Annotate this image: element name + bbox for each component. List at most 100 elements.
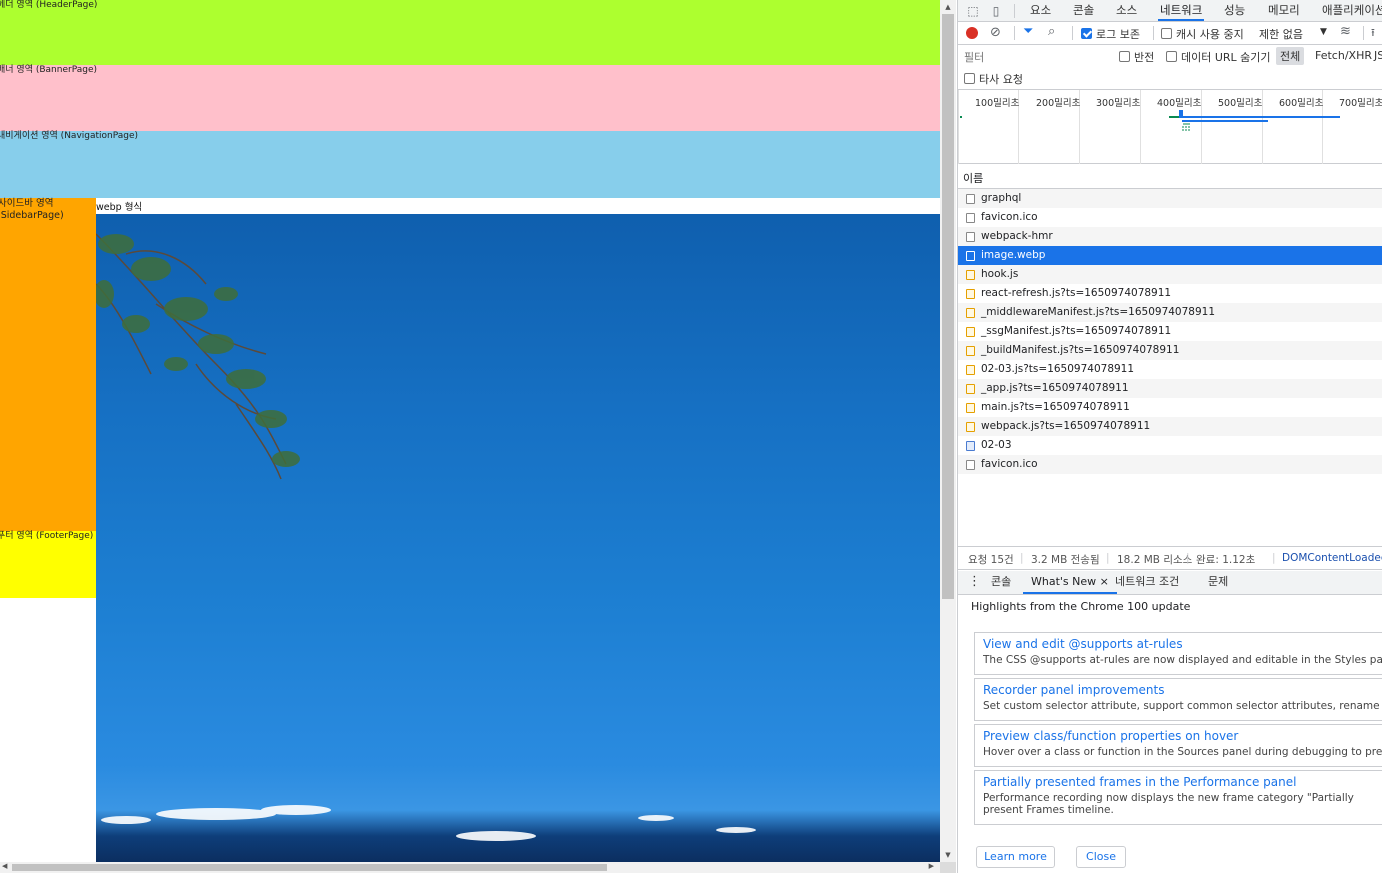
filter-fetch-xhr-button[interactable]: Fetch/XHR bbox=[1315, 49, 1372, 62]
horizontal-scroll-thumb[interactable] bbox=[12, 864, 607, 871]
request-row[interactable]: favicon.ico bbox=[958, 208, 1382, 227]
tab-sources[interactable]: 소스 bbox=[1116, 0, 1137, 21]
clear-icon[interactable]: ⊘ bbox=[990, 25, 1001, 40]
whats-new-label: What's New bbox=[1031, 575, 1097, 588]
invert-checkbox[interactable]: 반전 bbox=[1119, 49, 1154, 65]
summary-divider: | bbox=[1106, 552, 1110, 564]
chevron-down-icon[interactable]: ▼ bbox=[1320, 27, 1327, 37]
tab-performance[interactable]: 성능 bbox=[1224, 0, 1245, 21]
hide-data-urls-checkbox[interactable]: 데이터 URL 숨기기 bbox=[1166, 49, 1271, 65]
vertical-scrollbar[interactable]: ▲ ▼ bbox=[940, 0, 956, 862]
drawer-tab-issues[interactable]: 문제 bbox=[1208, 571, 1228, 594]
request-row[interactable]: 02-03.js?ts=1650974078911 bbox=[958, 360, 1382, 379]
drawer-menu-icon[interactable]: ⋮ bbox=[968, 571, 981, 594]
scroll-right-arrow-icon[interactable]: ▶ bbox=[929, 862, 934, 870]
card-title[interactable]: View and edit @supports at-rules bbox=[983, 637, 1183, 651]
script-file-icon bbox=[966, 422, 975, 432]
card-description: Set custom selector attribute, support c… bbox=[983, 700, 1382, 712]
third-party-checkbox[interactable]: 타사 요청 bbox=[964, 71, 1023, 87]
request-name: webpack.js?ts=1650974078911 bbox=[981, 420, 1151, 432]
image-caption: webp 형식 bbox=[96, 202, 143, 213]
checkbox-icon bbox=[964, 73, 975, 84]
filter-icon[interactable]: ⏷ bbox=[1023, 24, 1033, 39]
scroll-down-arrow-icon[interactable]: ▼ bbox=[940, 848, 956, 862]
tab-elements[interactable]: 요소 bbox=[1030, 0, 1051, 21]
card-title[interactable]: Preview class/function properties on hov… bbox=[983, 729, 1238, 743]
card-title[interactable]: Recorder panel improvements bbox=[983, 683, 1164, 697]
checkbox-icon bbox=[1119, 51, 1130, 62]
request-row[interactable]: graphql bbox=[958, 189, 1382, 208]
whats-new-card[interactable]: Recorder panel improvements Set custom s… bbox=[974, 678, 1382, 721]
drawer-tab-console[interactable]: 콘솔 bbox=[991, 571, 1011, 594]
network-summary-bar: 요청 15건 | 3.2 MB 전송됨 | 18.2 MB 리소스 | 완료: … bbox=[958, 546, 1382, 570]
drawer-tab-whats-new[interactable]: What's New × bbox=[1023, 571, 1117, 594]
invert-label: 반전 bbox=[1134, 51, 1155, 64]
banner-label: 배너 영역 (BannerPage) bbox=[0, 65, 97, 75]
banner-region: 배너 영역 (BannerPage) bbox=[0, 65, 940, 131]
search-icon[interactable]: ⌕ bbox=[1048, 24, 1055, 39]
filter-js-button[interactable]: JS bbox=[1374, 49, 1382, 62]
navigation-label: 내비게이션 영역 (NavigationPage) bbox=[0, 131, 139, 141]
filter-input[interactable] bbox=[962, 49, 1108, 66]
record-icon[interactable] bbox=[966, 27, 978, 39]
request-name: 02-03.js?ts=1650974078911 bbox=[981, 363, 1135, 375]
whats-new-card[interactable]: View and edit @supports at-rules The CSS… bbox=[974, 632, 1382, 675]
tab-network[interactable]: 네트워크 bbox=[1158, 0, 1205, 21]
request-name: graphql bbox=[981, 192, 1022, 204]
request-row[interactable]: webpack-hmr bbox=[958, 227, 1382, 246]
vertical-scroll-thumb[interactable] bbox=[942, 14, 954, 599]
preserve-log-checkbox[interactable]: 로그 보존 bbox=[1081, 26, 1140, 42]
horizontal-scrollbar[interactable]: ◀ ▶ bbox=[0, 862, 940, 873]
request-row[interactable]: image.webp bbox=[958, 246, 1382, 265]
request-row[interactable]: _buildManifest.js?ts=1650974078911 bbox=[958, 341, 1382, 360]
network-overview-timeline[interactable]: 100밀리초 200밀리초 300밀리초 400밀리초 500밀리초 600밀리… bbox=[958, 90, 1382, 164]
name-column-header[interactable]: 이름 bbox=[958, 165, 1382, 189]
tab-console[interactable]: 콘솔 bbox=[1073, 0, 1094, 21]
request-row[interactable]: webpack.js?ts=1650974078911 bbox=[958, 417, 1382, 436]
script-file-icon bbox=[966, 346, 975, 356]
toolbar-divider bbox=[1153, 26, 1154, 40]
close-icon[interactable]: × bbox=[1100, 575, 1109, 588]
checkbox-icon bbox=[1166, 51, 1177, 62]
request-name: _app.js?ts=1650974078911 bbox=[981, 382, 1129, 394]
footer-region: 푸터 영역 (FooterPage) bbox=[0, 531, 96, 598]
whats-new-card[interactable]: Preview class/function properties on hov… bbox=[974, 724, 1382, 767]
request-row[interactable]: main.js?ts=1650974078911 bbox=[958, 398, 1382, 417]
request-name: webpack-hmr bbox=[981, 230, 1053, 242]
device-toolbar-icon[interactable]: ▯ bbox=[988, 3, 1004, 19]
script-file-icon bbox=[966, 308, 975, 318]
script-file-icon bbox=[966, 384, 975, 394]
file-icon bbox=[966, 460, 975, 470]
request-row[interactable]: react-refresh.js?ts=1650974078911 bbox=[958, 284, 1382, 303]
disable-cache-checkbox[interactable]: 캐시 사용 중지 bbox=[1161, 26, 1244, 42]
request-row[interactable]: _app.js?ts=1650974078911 bbox=[958, 379, 1382, 398]
request-name: 02-03 bbox=[981, 439, 1012, 451]
whats-new-card[interactable]: Partially presented frames in the Perfor… bbox=[974, 770, 1382, 825]
page-viewport: 헤더 영역 (HeaderPage) 배너 영역 (BannerPage) 내비… bbox=[0, 0, 940, 862]
filter-all-button[interactable]: 전체 bbox=[1276, 47, 1305, 65]
footer-label: 푸터 영역 (FooterPage) bbox=[0, 531, 94, 541]
script-file-icon bbox=[966, 270, 975, 280]
request-row[interactable]: favicon.ico bbox=[958, 455, 1382, 474]
devtools-tabbar: ⬚ ▯ 요소 콘솔 소스 네트워크 성능 메모리 애플리케이션 bbox=[958, 0, 1382, 22]
card-title[interactable]: Partially presented frames in the Perfor… bbox=[983, 775, 1296, 789]
tab-memory[interactable]: 메모리 bbox=[1268, 0, 1300, 21]
tab-application[interactable]: 애플리케이션 bbox=[1322, 0, 1382, 21]
learn-more-button[interactable]: Learn more bbox=[976, 846, 1055, 868]
network-toolbar: ⊘ ⏷ ⌕ 로그 보존 캐시 사용 중지 제한 없음 ▼ ≋ ⭱ bbox=[958, 22, 1382, 45]
network-conditions-icon[interactable]: ≋ bbox=[1340, 24, 1351, 39]
scroll-up-arrow-icon[interactable]: ▲ bbox=[940, 0, 956, 14]
inspect-element-icon[interactable]: ⬚ bbox=[965, 3, 981, 19]
request-row[interactable]: _ssgManifest.js?ts=1650974078911 bbox=[958, 322, 1382, 341]
drawer-tabbar: ⋮ 콘솔 What's New × 네트워크 조건 문제 bbox=[958, 571, 1382, 595]
script-file-icon bbox=[966, 365, 975, 375]
close-button[interactable]: Close bbox=[1076, 846, 1126, 868]
request-row[interactable]: hook.js bbox=[958, 265, 1382, 284]
request-row[interactable]: 02-03 bbox=[958, 436, 1382, 455]
request-row[interactable]: _middlewareManifest.js?ts=1650974078911 bbox=[958, 303, 1382, 322]
throttling-select[interactable]: 제한 없음 bbox=[1259, 26, 1303, 42]
request-count: 요청 15건 bbox=[968, 554, 1014, 566]
import-har-icon[interactable]: ⭱ bbox=[1371, 24, 1375, 43]
scroll-left-arrow-icon[interactable]: ◀ bbox=[2, 862, 7, 870]
drawer-tab-network-conditions[interactable]: 네트워크 조건 bbox=[1115, 571, 1179, 594]
